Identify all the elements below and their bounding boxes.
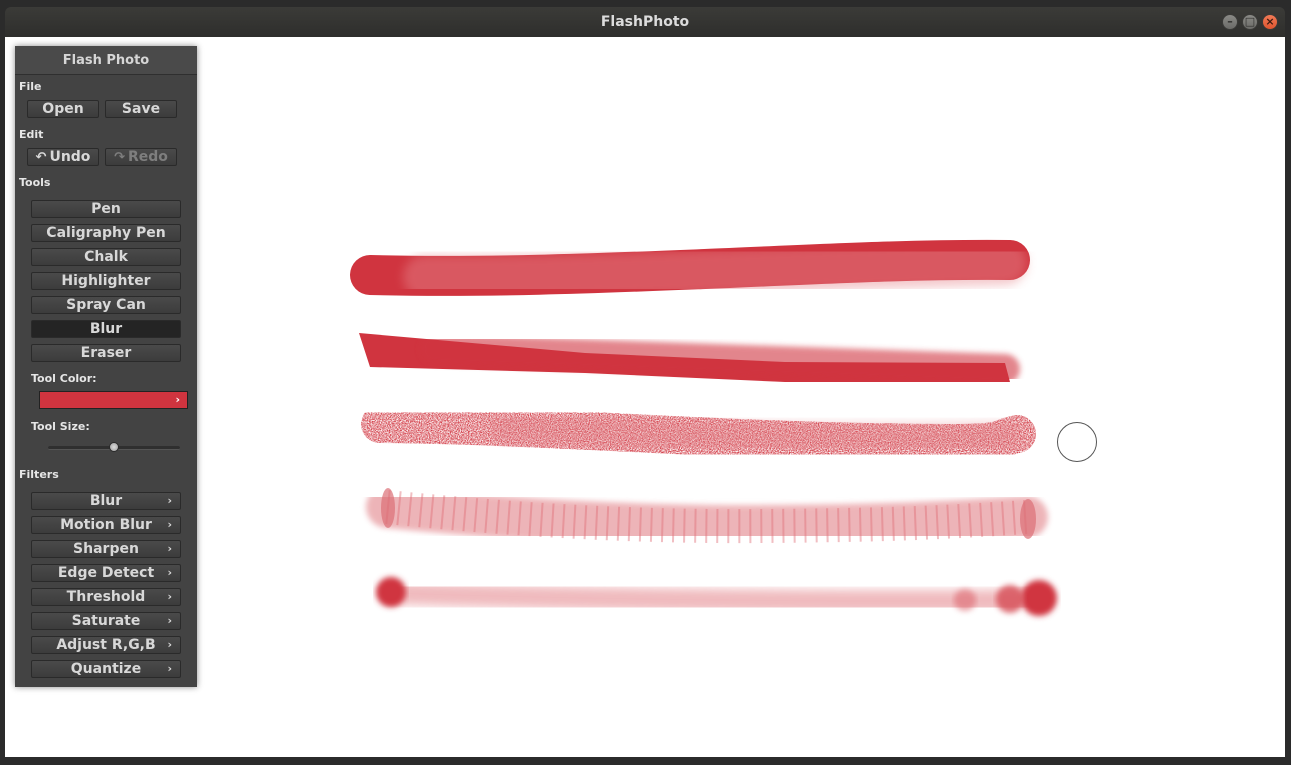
tool-spray-can-button[interactable]: Spray Can [31, 296, 181, 314]
tool-pen-button[interactable]: Pen [31, 200, 181, 218]
chevron-right-icon: › [167, 614, 172, 627]
close-button[interactable]: × [1262, 14, 1278, 30]
tool-chalk-button[interactable]: Chalk [31, 248, 181, 266]
save-button[interactable]: Save [105, 100, 177, 118]
spray-stroke [376, 577, 1057, 616]
tools-section-label: Tools [19, 176, 51, 189]
chevron-right-icon: › [167, 566, 172, 579]
redo-button[interactable]: ↷ Redo [105, 148, 177, 166]
chalk-stroke [361, 405, 1036, 462]
undo-label: Undo [49, 149, 91, 165]
window-titlebar: FlashPhoto – □ × [5, 7, 1285, 37]
filter-threshold-button[interactable]: Threshold › [31, 588, 181, 606]
filter-edge-detect-button[interactable]: Edge Detect › [31, 564, 181, 582]
caligraphy-stroke [359, 333, 1020, 384]
redo-label: Redo [127, 149, 168, 165]
chevron-right-icon: › [167, 518, 172, 531]
window-title: FlashPhoto [600, 14, 690, 30]
maximize-button[interactable]: □ [1242, 14, 1258, 30]
undo-button[interactable]: ↶ Undo [27, 148, 99, 166]
chevron-right-icon: › [167, 638, 172, 651]
filter-quantize-button[interactable]: Quantize › [31, 660, 181, 678]
open-button[interactable]: Open [27, 100, 99, 118]
filter-label: Adjust R,G,B [56, 637, 156, 653]
pen-stroke [350, 239, 1030, 300]
tool-size-label: Tool Size: [31, 420, 90, 433]
maximize-icon: □ [1244, 15, 1256, 28]
canvas-strokes [350, 239, 1057, 616]
filter-blur-button[interactable]: Blur › [31, 492, 181, 510]
filter-sharpen-button[interactable]: Sharpen › [31, 540, 181, 558]
chevron-right-icon: › [167, 542, 172, 555]
filter-label: Saturate [71, 613, 141, 629]
filter-label: Blur [89, 493, 123, 509]
tool-blur-button[interactable]: Blur [31, 320, 181, 338]
filter-label: Motion Blur [60, 517, 152, 533]
chevron-right-icon: › [175, 393, 180, 406]
chevron-right-icon: › [167, 662, 172, 675]
minimize-icon: – [1227, 15, 1233, 28]
filter-adjust-rgb-button[interactable]: Adjust R,G,B › [31, 636, 181, 654]
filter-label: Threshold [66, 589, 146, 605]
tool-color-label: Tool Color: [31, 372, 97, 385]
chevron-right-icon: › [167, 590, 172, 603]
panel-title: Flash Photo [15, 46, 197, 75]
filter-saturate-button[interactable]: Saturate › [31, 612, 181, 630]
tool-size-slider-thumb[interactable] [109, 442, 119, 452]
close-icon: × [1265, 15, 1275, 28]
edit-section-label: Edit [19, 128, 44, 141]
filter-label: Sharpen [73, 541, 139, 557]
tool-color-swatch[interactable]: › [39, 391, 188, 409]
filters-section-label: Filters [19, 468, 59, 481]
file-section-label: File [19, 80, 42, 93]
tool-caligraphy-pen-button[interactable]: Caligraphy Pen [31, 224, 181, 242]
tool-panel: Flash Photo File Open Save Edit ↶ Undo ↷ R… [15, 46, 197, 687]
highlighter-stroke [366, 486, 1048, 548]
tool-eraser-button[interactable]: Eraser [31, 344, 181, 362]
filter-label: Edge Detect [57, 565, 155, 581]
brush-cursor [1057, 422, 1097, 462]
filter-label: Quantize [70, 661, 142, 677]
chevron-right-icon: › [167, 494, 172, 507]
tool-highlighter-button[interactable]: Highlighter [31, 272, 181, 290]
minimize-button[interactable]: – [1222, 14, 1238, 30]
drawing-canvas[interactable] [5, 37, 1285, 757]
redo-arrow-icon: ↷ [114, 150, 125, 165]
undo-arrow-icon: ↶ [35, 150, 47, 165]
filter-motion-blur-button[interactable]: Motion Blur › [31, 516, 181, 534]
